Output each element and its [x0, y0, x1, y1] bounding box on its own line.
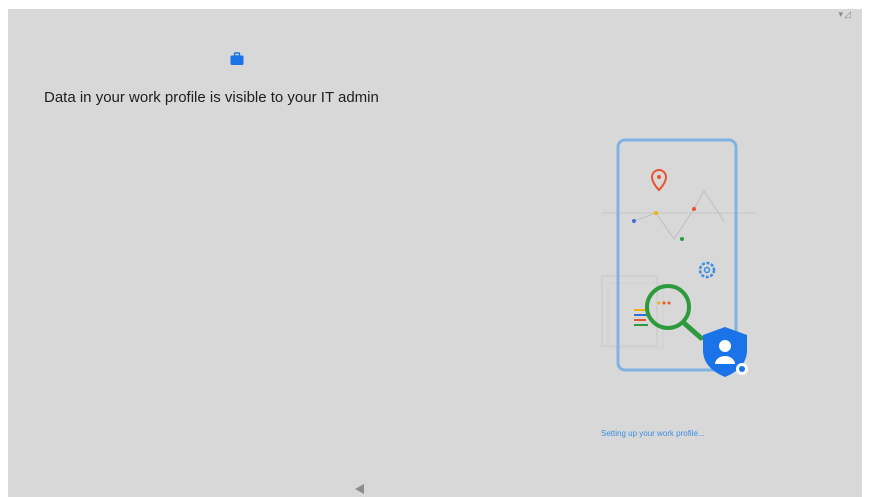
- chart-line: [633, 190, 725, 240]
- status-bar: ▾◿: [839, 9, 852, 20]
- back-triangle-icon[interactable]: [353, 483, 367, 495]
- briefcase-icon: [230, 52, 244, 65]
- work-profile-illustration: [601, 138, 756, 377]
- setup-screen: ▾◿ Data in your work profile is visible …: [8, 9, 862, 497]
- signal-icon: ◿: [844, 9, 852, 19]
- gear-icon: [698, 261, 716, 279]
- setup-progress-text: Setting up your work profile...: [601, 429, 705, 438]
- location-pin-icon: [650, 169, 668, 192]
- page-title: Data in your work profile is visible to …: [44, 89, 379, 106]
- magnifier-icon: [645, 284, 704, 341]
